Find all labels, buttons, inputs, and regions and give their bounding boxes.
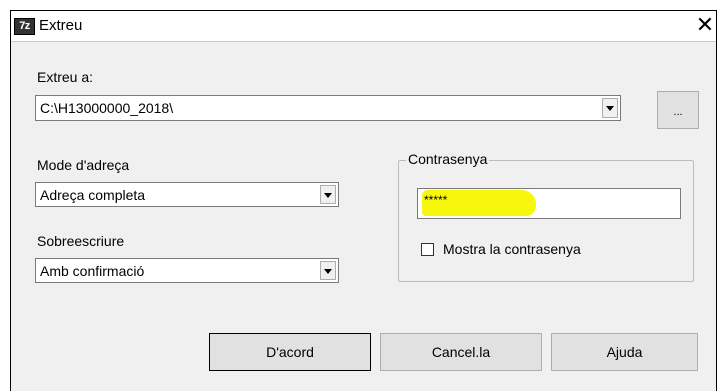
cancel-button[interactable]: Cancel.la: [380, 333, 542, 371]
chevron-down-icon[interactable]: [320, 185, 336, 204]
overwrite-value: Amb confirmació: [40, 262, 145, 279]
extract-to-label: Extreu a:: [37, 69, 94, 85]
extract-path-value: C:\H13000000_2018\: [40, 100, 174, 116]
browse-button[interactable]: ...: [657, 91, 699, 129]
path-mode-select[interactable]: Adreça completa: [35, 182, 339, 207]
window-title: Extreu: [39, 17, 83, 34]
help-button[interactable]: Ajuda: [551, 333, 698, 371]
password-group-label: Contrasenya: [406, 151, 490, 167]
chevron-down-icon[interactable]: [320, 261, 336, 280]
password-groupbox: Contrasenya ***** Mostra la contrasenya: [398, 151, 694, 282]
overwrite-select[interactable]: Amb confirmació: [35, 258, 339, 283]
extract-path-combobox[interactable]: C:\H13000000_2018\: [35, 95, 621, 121]
ok-button[interactable]: D'acord: [209, 333, 371, 371]
password-input[interactable]: *****: [417, 188, 681, 219]
path-mode-value: Adreça completa: [40, 186, 146, 203]
7zip-app-icon: 7z: [14, 18, 35, 35]
path-mode-label: Mode d'adreça: [37, 157, 130, 173]
password-masked-value: *****: [424, 193, 448, 207]
show-password-label[interactable]: Mostra la contrasenya: [443, 241, 581, 257]
chevron-down-icon[interactable]: [602, 98, 618, 118]
close-icon[interactable]: ✕: [694, 14, 716, 38]
screenshot-stage: 7z Extreu ✕ Extreu a: C:\H13000000_2018\…: [0, 0, 717, 391]
overwrite-label: Sobreescriure: [37, 233, 125, 249]
extract-dialog: 7z Extreu ✕ Extreu a: C:\H13000000_2018\…: [10, 10, 717, 391]
title-bar[interactable]: 7z Extreu ✕: [11, 11, 716, 42]
show-password-checkbox[interactable]: [421, 243, 434, 256]
